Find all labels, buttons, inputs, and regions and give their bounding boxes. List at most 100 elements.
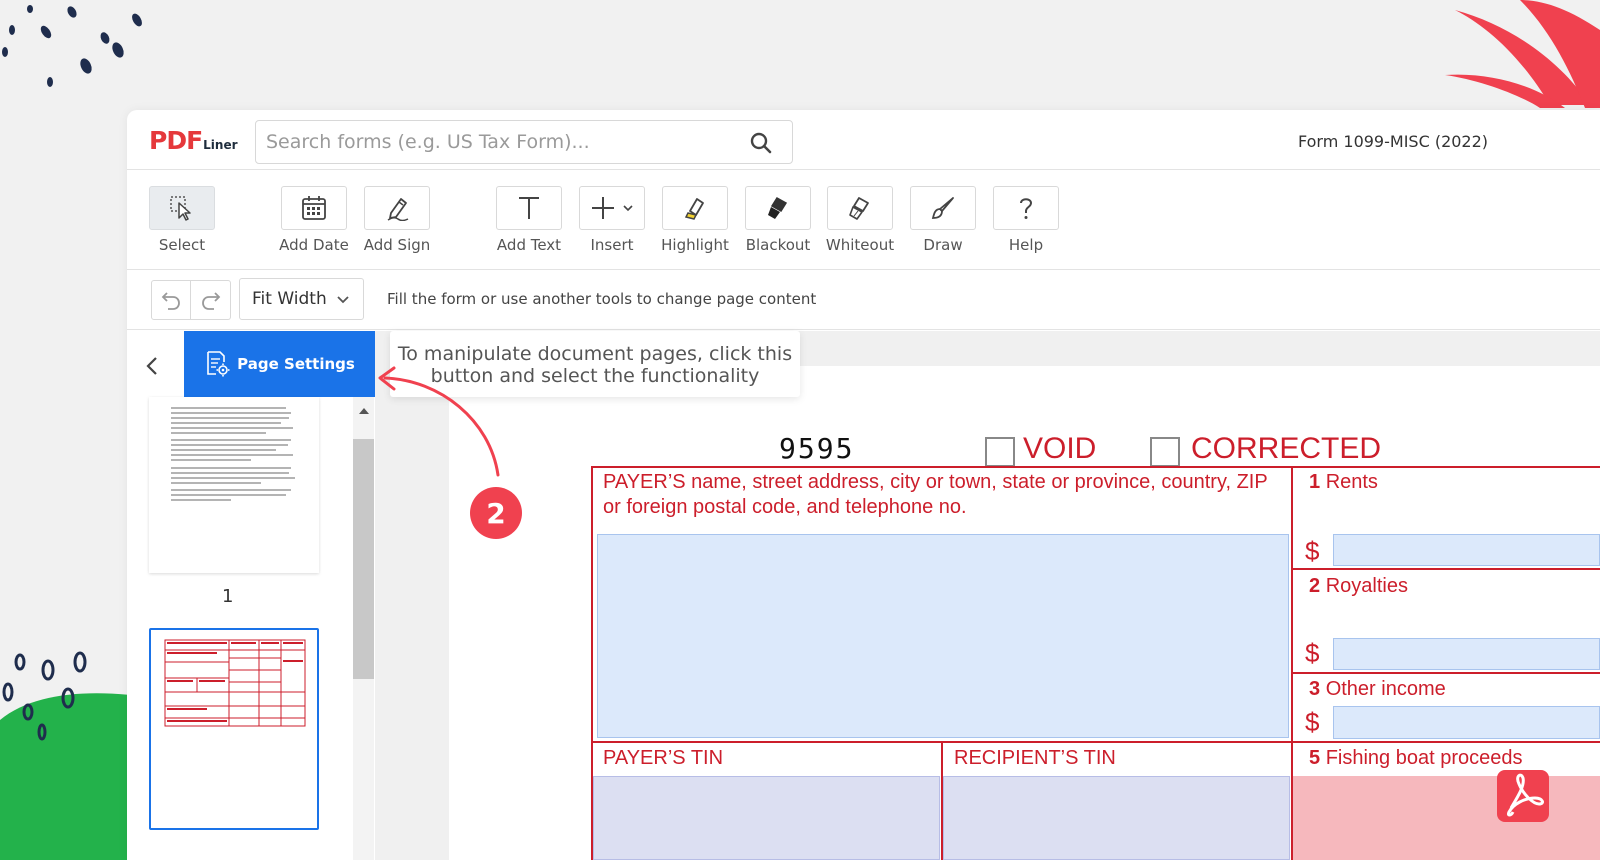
- select-button[interactable]: [149, 186, 215, 230]
- box5-number: 5: [1309, 747, 1321, 769]
- page-gear-icon: [207, 351, 230, 377]
- whiteout-brush-icon: [849, 197, 869, 220]
- void-label: VOID: [1023, 432, 1097, 465]
- select-tool[interactable]: Select: [147, 186, 217, 254]
- pdfliner-logo[interactable]: PDFLiner: [149, 126, 238, 156]
- payer-name-label-line2: or foreign postal code, and telephone no…: [603, 496, 967, 518]
- add-text-label: Add Text: [496, 236, 562, 254]
- payer-tin-label: PAYER’S TIN: [603, 747, 724, 769]
- form-code-9595: 9595: [779, 432, 855, 465]
- rents-field[interactable]: [1333, 534, 1600, 566]
- insert-label: Insert: [590, 236, 634, 254]
- add-sign-tool[interactable]: Add Sign: [362, 186, 432, 254]
- void-checkbox[interactable]: [985, 437, 1015, 467]
- blackout-tool[interactable]: Blackout: [743, 186, 813, 254]
- add-date-button[interactable]: [281, 186, 347, 230]
- fishing-boat-proceeds-field[interactable]: [1293, 776, 1600, 860]
- undo-icon: [161, 292, 180, 310]
- blackout-button[interactable]: [745, 186, 811, 230]
- payer-name-field[interactable]: [597, 534, 1289, 738]
- insert-button[interactable]: [579, 186, 645, 230]
- pdf-watermark-icon: [1497, 770, 1549, 822]
- help-tool[interactable]: Help: [991, 186, 1061, 254]
- chevron-down-icon: [623, 205, 633, 212]
- draw-tool[interactable]: Draw: [908, 186, 978, 254]
- payer-name-label-line1: PAYER’S name, street address, city or to…: [603, 471, 1268, 493]
- undo-button[interactable]: [151, 280, 191, 320]
- page-settings-label: Page Settings: [237, 355, 355, 373]
- calendar-icon: [302, 196, 326, 220]
- box2-number: 2: [1309, 575, 1321, 597]
- question-mark-icon: [1020, 198, 1033, 219]
- draw-label: Draw: [923, 236, 963, 254]
- box1-dollar-sign: $: [1305, 536, 1320, 566]
- redo-button[interactable]: [191, 280, 231, 320]
- recipient-tin-label: RECIPIENT’S TIN: [954, 747, 1116, 769]
- highlight-tool[interactable]: Highlight: [660, 186, 730, 254]
- document-page: 9595 VOID CORRECTED PAYER’S name, street…: [449, 366, 1600, 860]
- add-date-tool[interactable]: Add Date: [279, 186, 349, 254]
- insert-tool[interactable]: Insert: [577, 186, 647, 254]
- box1-label: 1 Rents: [1309, 470, 1378, 495]
- corrected-checkbox[interactable]: [1150, 437, 1180, 467]
- pen-sign-icon: [387, 198, 409, 221]
- blackout-label: Blackout: [745, 236, 811, 254]
- blackout-brush-icon: [768, 196, 788, 219]
- chevron-down-icon: [337, 296, 349, 304]
- add-date-label: Add Date: [279, 236, 349, 254]
- recipient-tin-field[interactable]: [943, 776, 1290, 860]
- highlight-button[interactable]: [662, 186, 728, 230]
- zoom-select[interactable]: Fit Width: [239, 278, 364, 320]
- payer-tin-field[interactable]: [593, 776, 940, 860]
- help-button[interactable]: [993, 186, 1059, 230]
- select-cursor-icon: [170, 196, 191, 221]
- page-thumbnail-2[interactable]: [149, 628, 319, 830]
- plus-icon: [592, 197, 614, 219]
- box2-label: 2 Royalties: [1309, 574, 1408, 599]
- add-text-tool[interactable]: Add Text: [494, 186, 564, 254]
- pdfliner-editor: PDFLiner Form 1099-MISC (2022) Select Ad…: [127, 110, 1600, 860]
- other-income-field[interactable]: [1333, 706, 1600, 739]
- box2-dollar-sign: $: [1305, 638, 1320, 668]
- text-t-icon: [519, 197, 539, 219]
- page-thumbnails-panel: Page Settings 1: [127, 331, 376, 860]
- collapse-panel-button[interactable]: [137, 351, 167, 381]
- page-thumbnail-1[interactable]: [149, 397, 319, 573]
- toolbar-hint: Fill the form or use another tools to ch…: [387, 290, 817, 308]
- draw-button[interactable]: [910, 186, 976, 230]
- help-label: Help: [1008, 236, 1044, 254]
- top-header: PDFLiner Form 1099-MISC (2022): [127, 110, 1600, 170]
- brush-draw-icon: [931, 197, 954, 219]
- select-label: Select: [158, 236, 206, 254]
- scroll-up-arrow-icon[interactable]: [358, 407, 370, 415]
- box3-dollar-sign: $: [1305, 707, 1320, 737]
- corrected-label: CORRECTED: [1191, 432, 1382, 465]
- search-icon[interactable]: [750, 132, 772, 159]
- chevron-left-icon: [146, 357, 157, 375]
- add-sign-button[interactable]: [364, 186, 430, 230]
- document-viewport: 9595 VOID CORRECTED PAYER’S name, street…: [375, 331, 1600, 860]
- decor-leaf-top-right: [1445, 0, 1600, 108]
- box5-text: Fishing boat proceeds: [1325, 747, 1523, 769]
- royalties-field[interactable]: [1333, 638, 1600, 670]
- tin-row-top-border: [591, 741, 1600, 743]
- view-controls-bar: Fit Width Fill the form or use another t…: [127, 270, 1600, 330]
- highlighter-icon: [684, 198, 704, 220]
- form-title: Form 1099-MISC (2022): [1298, 132, 1489, 151]
- page-settings-button[interactable]: Page Settings: [184, 331, 376, 397]
- search-input[interactable]: [266, 127, 736, 157]
- highlight-label: Highlight: [661, 236, 729, 254]
- whiteout-tool[interactable]: Whiteout: [825, 186, 895, 254]
- whiteout-button[interactable]: [827, 186, 893, 230]
- box5-label: 5 Fishing boat proceeds: [1309, 746, 1522, 771]
- redo-icon: [201, 292, 220, 310]
- box1-text: Rents: [1325, 471, 1378, 493]
- box1-number: 1: [1309, 471, 1321, 493]
- logo-main-text: PDF: [149, 126, 203, 155]
- step-marker: 2: [470, 487, 522, 539]
- whiteout-label: Whiteout: [825, 236, 895, 254]
- add-text-button[interactable]: [496, 186, 562, 230]
- add-sign-label: Add Sign: [363, 236, 431, 254]
- zoom-value: Fit Width: [252, 289, 327, 309]
- editor-toolbar: Select Add Date Add Sign Add Text Insert…: [127, 170, 1600, 270]
